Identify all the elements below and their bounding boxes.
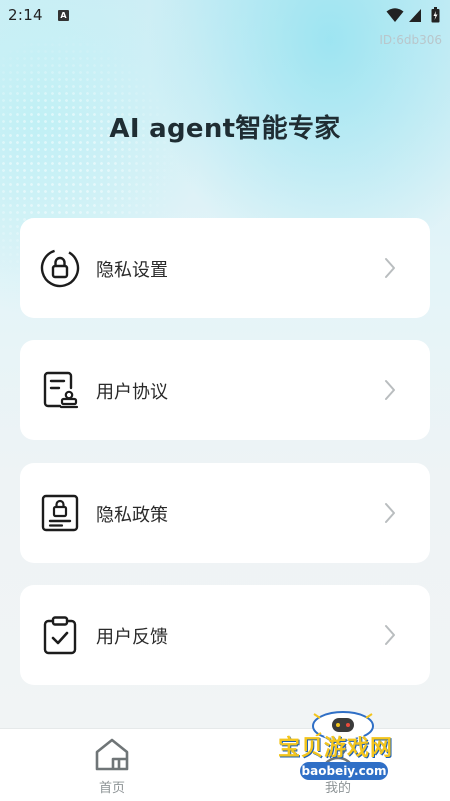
status-time: 2:14 <box>8 6 43 24</box>
document-stamp-icon <box>43 371 79 409</box>
menu-item-user-feedback[interactable]: 用户反馈 <box>20 585 430 685</box>
chevron-right-icon <box>385 625 395 645</box>
watermark: 宝贝游戏网 baobeiy.com <box>276 700 426 800</box>
menu-item-privacy-policy[interactable]: 隐私政策 <box>20 463 430 563</box>
menu-item-label: 隐私政策 <box>96 505 168 526</box>
menu-item-label: 用户反馈 <box>96 627 168 648</box>
chevron-right-icon <box>385 258 395 278</box>
watermark-url: baobeiy.com <box>300 762 388 780</box>
lock-circle-icon <box>40 248 80 288</box>
menu-item-label: 隐私设置 <box>96 260 168 281</box>
tab-home-label: 首页 <box>98 781 125 796</box>
status-bar: 2:14 A <box>0 0 450 32</box>
page-title-text: AI agent智能专家 <box>109 114 341 144</box>
home-icon <box>95 738 129 771</box>
page-title: AI agent智能专家 <box>107 108 343 145</box>
device-id-label: ID:6db306 <box>379 33 442 47</box>
watermark-text: 宝贝游戏网 <box>278 736 394 761</box>
menu-item-user-agreement[interactable]: 用户协议 <box>20 340 430 440</box>
notification-badge: A <box>58 10 69 21</box>
wifi-icon <box>386 8 404 22</box>
chevron-right-icon <box>385 380 395 400</box>
signal-icon <box>409 9 421 22</box>
menu-item-label: 用户协议 <box>96 382 168 403</box>
clipboard-check-icon <box>43 616 77 655</box>
tab-home[interactable]: 首页 <box>62 729 162 801</box>
lock-document-icon <box>41 494 79 532</box>
menu-item-privacy-settings[interactable]: 隐私设置 <box>20 218 430 318</box>
chevron-right-icon <box>385 503 395 523</box>
battery-icon <box>431 7 440 23</box>
